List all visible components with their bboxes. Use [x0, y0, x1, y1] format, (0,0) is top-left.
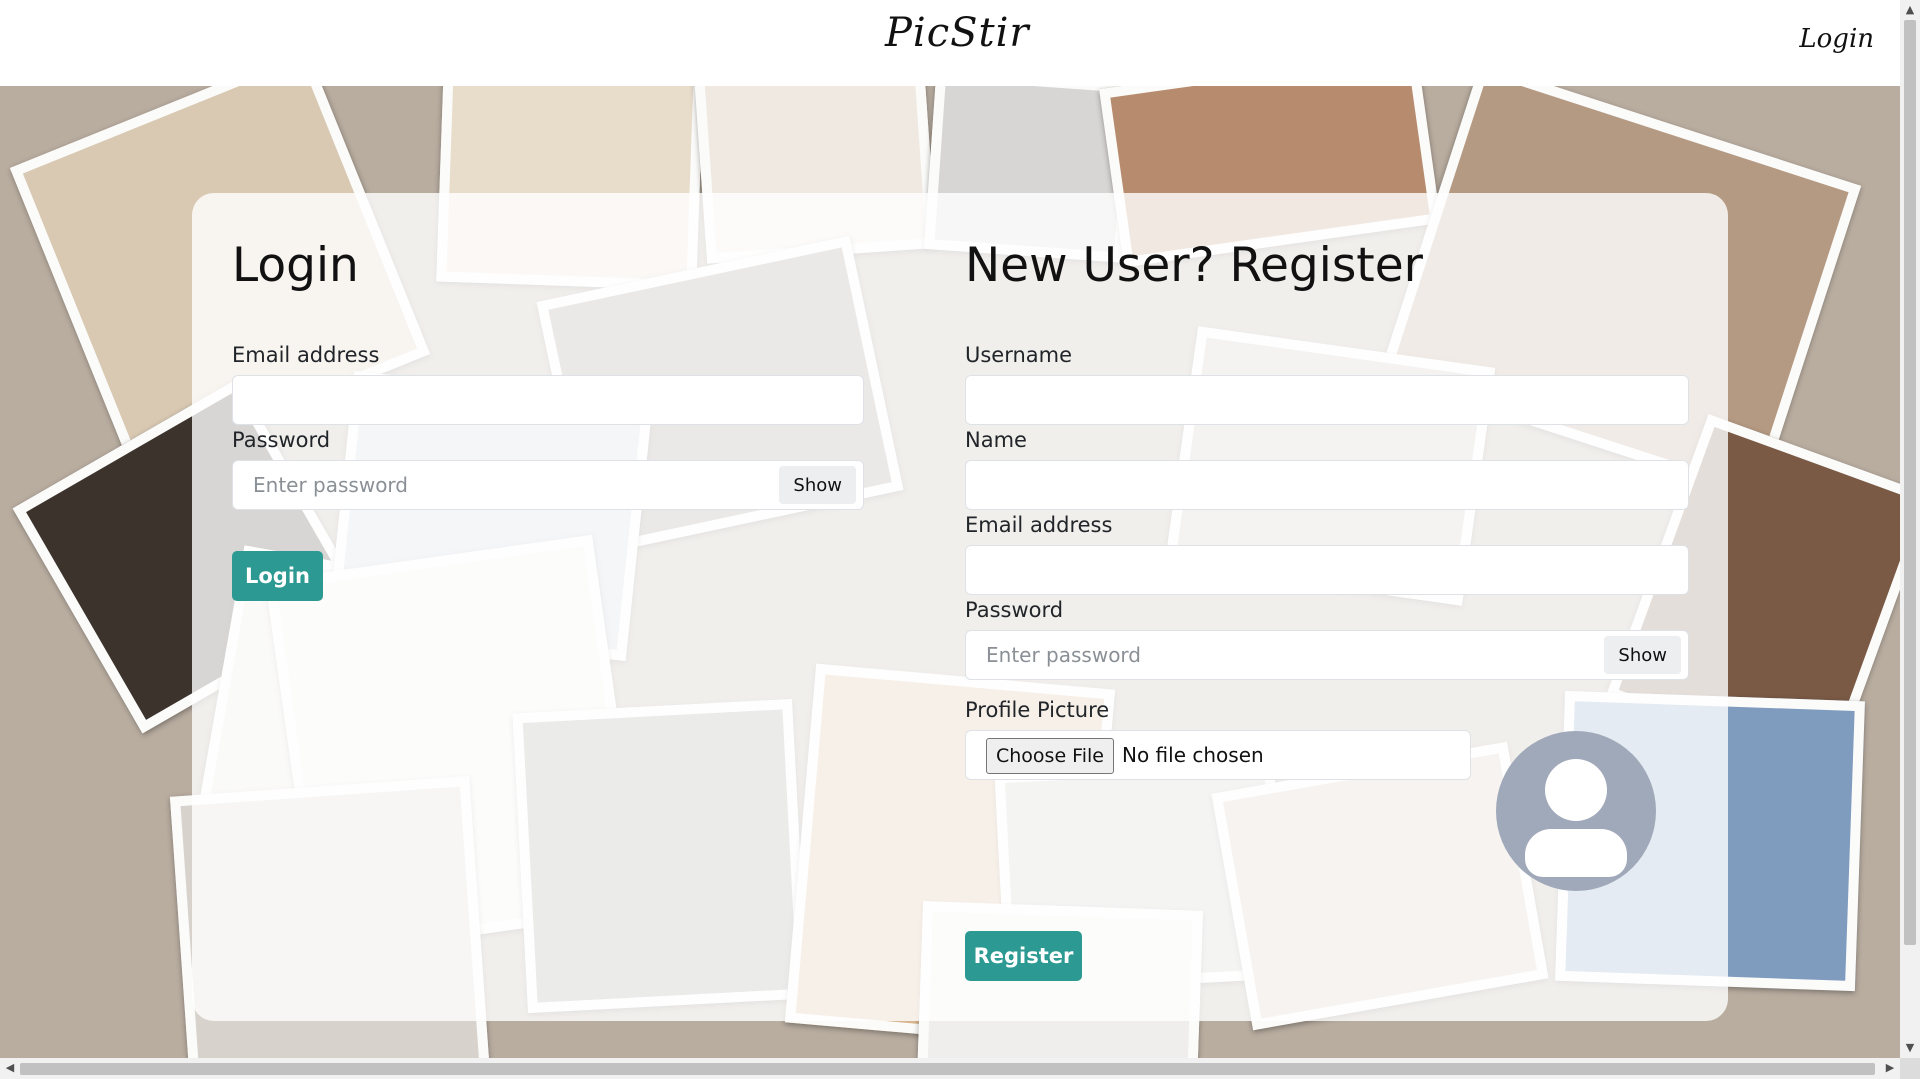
register-username-input[interactable] [965, 375, 1689, 425]
scroll-up-arrow-icon[interactable]: ▲ [1900, 0, 1920, 20]
avatar-head-shape [1545, 759, 1607, 821]
register-name-label: Name [965, 428, 1027, 452]
top-navbar: PicStir Login [0, 0, 1900, 86]
register-password-group: Show [965, 630, 1689, 680]
horizontal-scrollbar[interactable]: ◀ ▶ [0, 1058, 1900, 1079]
horizontal-scroll-thumb[interactable] [20, 1063, 1875, 1075]
vertical-scroll-thumb[interactable] [1904, 20, 1916, 945]
register-show-password-button[interactable]: Show [1604, 636, 1681, 674]
auth-card: Login Email address Password Show Login … [192, 193, 1728, 1021]
login-submit-button[interactable]: Login [232, 551, 323, 601]
avatar-torso-shape [1525, 829, 1627, 877]
file-status-text: No file chosen [1122, 743, 1264, 767]
login-password-group: Show [232, 460, 864, 510]
register-password-label: Password [965, 598, 1064, 622]
register-email-label: Email address [965, 513, 1113, 537]
profile-picture-file-input[interactable]: Choose File No file chosen [965, 730, 1471, 780]
profile-picture-label: Profile Picture [965, 698, 1110, 722]
register-username-label: Username [965, 343, 1073, 367]
login-email-label: Email address [232, 343, 380, 367]
login-email-input[interactable] [232, 375, 864, 425]
register-title: New User? Register [965, 238, 1423, 293]
nav-login-link[interactable]: Login [1799, 24, 1874, 54]
scroll-down-arrow-icon[interactable]: ▼ [1900, 1038, 1920, 1058]
login-title: Login [232, 238, 359, 293]
register-name-input[interactable] [965, 460, 1689, 510]
login-password-label: Password [232, 428, 331, 452]
default-user-avatar-icon [1496, 731, 1656, 891]
choose-file-button[interactable]: Choose File [986, 738, 1114, 774]
register-email-input[interactable] [965, 545, 1689, 595]
register-submit-button[interactable]: Register [965, 931, 1082, 981]
login-password-input[interactable] [232, 460, 864, 510]
scrollbar-corner [1900, 1058, 1920, 1079]
scroll-left-arrow-icon[interactable]: ◀ [0, 1058, 20, 1078]
login-show-password-button[interactable]: Show [779, 466, 856, 504]
register-password-input[interactable] [965, 630, 1689, 680]
brand-logo[interactable]: PicStir [885, 10, 1030, 56]
vertical-scrollbar[interactable]: ▲ ▼ [1900, 0, 1920, 1058]
scroll-right-arrow-icon[interactable]: ▶ [1880, 1058, 1900, 1078]
